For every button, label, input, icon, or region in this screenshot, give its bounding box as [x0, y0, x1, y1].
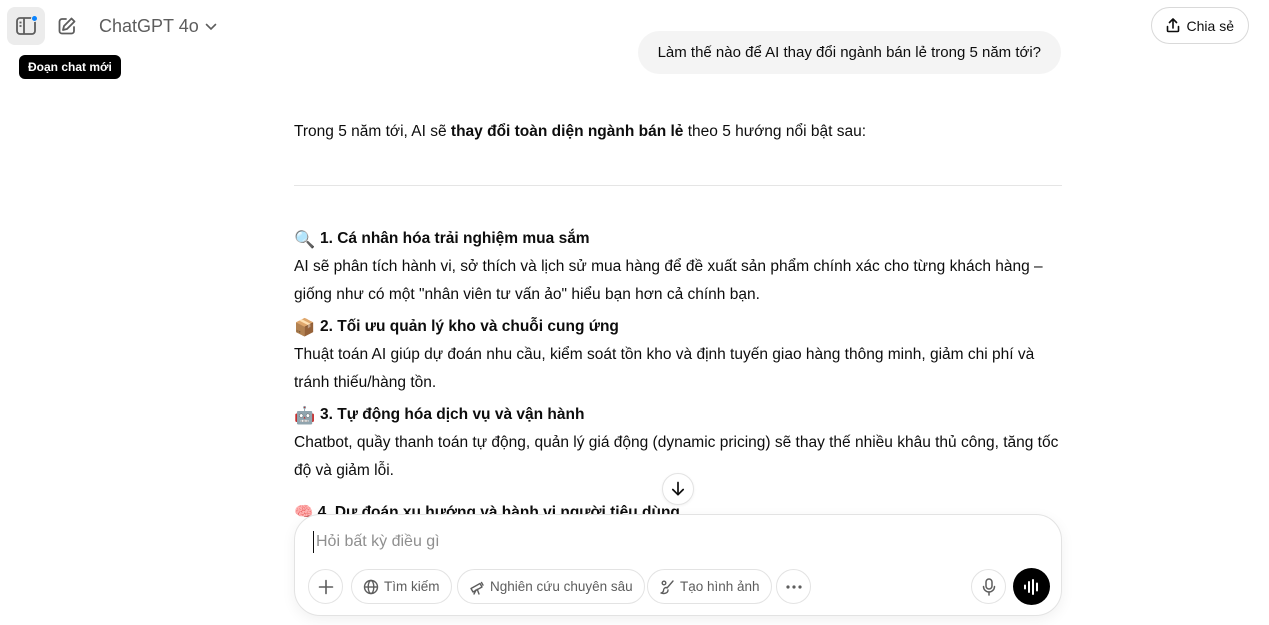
assistant-message: Trong 5 năm tới, AI sẽ thay đổi toàn diệ…: [294, 118, 1062, 489]
package-emoji-icon: 📦: [294, 317, 316, 337]
user-message: Làm thế nào để AI thay đổi ngành bán lẻ …: [637, 31, 1061, 74]
arrow-down-icon: [671, 481, 685, 496]
section-body: AI sẽ phân tích hành vi, sở thích và lịc…: [294, 258, 1043, 303]
plus-icon: [318, 579, 333, 594]
microphone-icon: [982, 577, 995, 596]
share-label: Chia sẻ: [1186, 17, 1234, 34]
robot-emoji-icon: 🤖: [294, 405, 316, 425]
telescope-icon: [470, 581, 484, 595]
attach-button[interactable]: [308, 569, 343, 604]
section-2: 📦 2. Tối ưu quản lý kho và chuỗi cung ứng…: [294, 313, 1062, 397]
prompt-input[interactable]: [313, 531, 1013, 553]
section-title: 1. Cá nhân hóa trải nghiệm mua sắm: [320, 230, 590, 247]
section-1: 🔍 1. Cá nhân hóa trải nghiệm mua sắm AI s…: [294, 225, 1062, 309]
scroll-to-bottom-button[interactable]: [662, 473, 694, 505]
voice-mode-button[interactable]: [1013, 568, 1050, 605]
more-horizontal-icon: [785, 584, 802, 589]
create-image-button[interactable]: Tạo hình ảnh: [647, 569, 772, 604]
section-body: Thuật toán AI giúp dự đoán nhu cầu, kiểm…: [294, 346, 1035, 391]
edit-icon: [58, 17, 76, 35]
image-label: Tạo hình ảnh: [680, 579, 760, 594]
research-label: Nghiên cứu chuyên sâu: [490, 579, 633, 594]
chevron-down-icon: [205, 23, 217, 31]
share-button[interactable]: Chia sẻ: [1150, 7, 1249, 44]
model-selector[interactable]: ChatGPT 4o: [92, 8, 224, 44]
model-name: ChatGPT 4o: [99, 15, 199, 36]
new-chat-button[interactable]: [48, 7, 86, 45]
globe-icon: [363, 579, 379, 594]
new-chat-tooltip: Đoạn chat mới: [19, 55, 121, 79]
notification-dot: [31, 15, 38, 22]
magnifier-emoji-icon: 🔍: [294, 229, 316, 249]
more-tools-button[interactable]: [776, 569, 811, 604]
divider: [294, 185, 1062, 186]
section-title: 3. Tự động hóa dịch vụ và vận hành: [320, 406, 585, 423]
search-button[interactable]: Tìm kiếm: [351, 569, 452, 604]
assistant-intro: Trong 5 năm tới, AI sẽ thay đổi toàn diệ…: [294, 123, 866, 140]
composer: Tìm kiếm Nghiên cứu chuyên sâu Tạo hình …: [294, 514, 1062, 616]
deep-research-button[interactable]: Nghiên cứu chuyên sâu: [457, 569, 645, 604]
paint-brush-icon: [660, 579, 674, 594]
sidebar-toggle-button[interactable]: [7, 7, 45, 45]
section-title: 2. Tối ưu quản lý kho và chuỗi cung ứng: [320, 318, 619, 335]
share-icon: [1166, 18, 1179, 33]
dictate-button[interactable]: [971, 569, 1006, 604]
voice-waveform-icon: [1023, 578, 1038, 595]
search-label: Tìm kiếm: [384, 579, 440, 594]
